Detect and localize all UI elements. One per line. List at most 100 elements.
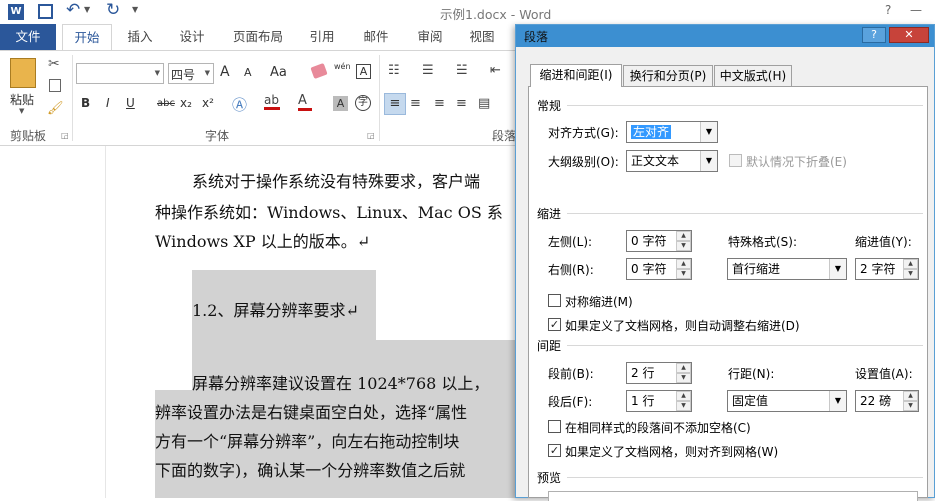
line-spacing-combo[interactable]: 固定值 ▼ [727, 390, 847, 412]
mirror-indent-checkbox[interactable] [548, 294, 561, 307]
line-spacing-label: 行距(N): [728, 367, 775, 381]
tab-file[interactable]: 文件 [0, 24, 56, 50]
tab-layout[interactable]: 页面布局 [226, 24, 290, 50]
doc-line: Windows XP 以上的版本。↵ [155, 232, 371, 251]
font-size-combo[interactable]: 四号 ▼ [168, 63, 214, 84]
indent-by-spinner[interactable]: 2 字符 ▲ ▼ [855, 258, 919, 280]
subscript-button[interactable]: x₂ [180, 96, 192, 110]
group-divider [379, 55, 380, 141]
align-left-icon[interactable]: ≡ [384, 93, 406, 115]
right-indent-label: 右侧(R): [548, 263, 594, 277]
dialog-help-button[interactable]: ? [862, 27, 886, 43]
clipboard-launcher-icon[interactable]: ◲ [61, 131, 69, 140]
no-space-same-style-checkbox[interactable] [548, 420, 561, 433]
space-before-spinner[interactable]: 2 行 ▲ ▼ [626, 362, 692, 384]
word-icon[interactable]: W [8, 4, 24, 20]
text-effects-icon[interactable]: Ⓐ [232, 94, 247, 115]
special-indent-combo[interactable]: 首行缩进 ▼ [727, 258, 847, 280]
decrease-indent-icon[interactable]: ⇤ [490, 63, 501, 78]
font-size-value: 四号 [171, 68, 196, 82]
highlight-icon[interactable]: ab [264, 93, 280, 110]
spacing-at-spinner[interactable]: 22 磅 ▲ ▼ [855, 390, 919, 412]
spin-down-icon[interactable]: ▼ [903, 269, 918, 279]
spin-down-icon[interactable]: ▼ [676, 241, 691, 251]
title-bar: W ↶ ▼ ↻ ▼ 示例1.docx - Word ? — [0, 0, 935, 24]
justify-icon[interactable]: ≡ [456, 96, 467, 111]
paste-dropdown-icon[interactable]: ▼ [19, 107, 24, 115]
font-color-icon[interactable]: A [298, 93, 312, 111]
italic-button[interactable]: I [106, 96, 110, 110]
bullets-icon[interactable]: ☷ [388, 63, 400, 78]
clear-format-icon[interactable] [310, 62, 328, 80]
spin-down-icon[interactable]: ▼ [676, 269, 691, 279]
chevron-down-icon: ▼ [829, 259, 846, 279]
spin-down-icon[interactable]: ▼ [676, 373, 691, 383]
tab-references[interactable]: 引用 [300, 24, 344, 50]
tab-view[interactable]: 视图 [460, 24, 504, 50]
distribute-icon[interactable]: ▤ [478, 96, 490, 111]
left-indent-spinner[interactable]: 0 字符 ▲ ▼ [626, 230, 692, 252]
dialog-close-button[interactable]: ✕ [889, 27, 929, 43]
paste-icon[interactable] [10, 58, 36, 88]
help-button[interactable]: ? [885, 3, 891, 17]
enclose-char-icon[interactable]: 字 [355, 95, 371, 111]
save-icon[interactable] [38, 4, 53, 19]
space-after-spinner[interactable]: 1 行 ▲ ▼ [626, 390, 692, 412]
right-indent-spinner[interactable]: 0 字符 ▲ ▼ [626, 258, 692, 280]
tab-indents-spacing[interactable]: 缩进和间距(I) [530, 64, 622, 87]
chevron-down-icon: ▼ [829, 391, 846, 411]
paragraph-group-label: 段落 [492, 129, 517, 143]
format-painter-icon[interactable]: 🖌 [47, 101, 64, 116]
doc-line: 方有一个“屏幕分辨率”，向左右拖动控制块 [155, 432, 460, 451]
change-case-button[interactable]: Aa [270, 65, 287, 80]
auto-adjust-checkbox[interactable]: ✓ [548, 318, 561, 331]
bold-button[interactable]: B [81, 96, 90, 110]
redo-icon[interactable]: ↻ [106, 0, 120, 20]
paste-label[interactable]: 粘贴 [10, 91, 34, 108]
dialog-title-bar[interactable]: 段落 ? ✕ [516, 25, 934, 47]
char-border-icon[interactable]: A [356, 64, 371, 79]
superscript-button[interactable]: x² [202, 96, 214, 110]
preview-box [548, 491, 918, 501]
section-divider [567, 345, 923, 346]
tab-line-page-breaks[interactable]: 换行和分页(P) [623, 65, 713, 87]
cut-icon[interactable]: ✂ [48, 56, 60, 72]
tab-review[interactable]: 审阅 [408, 24, 452, 50]
phonetic-guide-button[interactable]: wén [334, 62, 351, 71]
tab-insert[interactable]: 插入 [118, 24, 162, 50]
copy-icon[interactable] [49, 79, 61, 92]
outline-level-combo[interactable]: 正文文本 ▼ [626, 150, 718, 172]
special-indent-label: 特殊格式(S): [728, 235, 798, 249]
tab-mailings[interactable]: 邮件 [354, 24, 398, 50]
snap-to-grid-checkbox[interactable]: ✓ [548, 444, 561, 457]
section-divider [567, 105, 923, 106]
alignment-combo[interactable]: 左对齐 ▼ [626, 121, 718, 143]
outline-level-label: 大纲级别(O): [548, 155, 619, 169]
tab-design[interactable]: 设计 [170, 24, 214, 50]
customize-qat-icon[interactable]: ▼ [132, 5, 138, 14]
collapse-label: 默认情况下折叠(E) [746, 155, 847, 169]
shrink-font-button[interactable]: A [244, 66, 252, 79]
snap-to-grid-label: 如果定义了文档网格，则对齐到网格(W) [565, 445, 779, 459]
spin-down-icon[interactable]: ▼ [903, 401, 918, 411]
tab-home[interactable]: 开始 [62, 24, 112, 51]
undo-dropdown-icon[interactable]: ▼ [84, 5, 90, 14]
align-center-icon[interactable]: ≡ [410, 96, 421, 111]
document-area[interactable]: 系统对于操作系统没有特殊要求，客户端 种操作系统如：Windows、Linux、… [0, 146, 515, 498]
font-name-combo[interactable]: ▼ [76, 63, 164, 84]
align-right-icon[interactable]: ≡ [434, 96, 445, 111]
underline-button[interactable]: U [126, 96, 135, 110]
tab-asian-typography[interactable]: 中文版式(H) [714, 65, 792, 87]
minimize-button[interactable]: — [910, 3, 922, 17]
numbering-icon[interactable]: ☰ [422, 63, 434, 78]
font-launcher-icon[interactable]: ◲ [367, 131, 375, 140]
multilevel-list-icon[interactable]: ☱ [456, 63, 468, 78]
undo-icon[interactable]: ↶ [66, 0, 80, 20]
grow-font-button[interactable]: A [220, 64, 230, 80]
spin-down-icon[interactable]: ▼ [676, 401, 691, 411]
char-shading-icon[interactable]: A [333, 96, 348, 111]
auto-adjust-label: 如果定义了文档网格，则自动调整右缩进(D) [565, 319, 800, 333]
collapse-checkbox[interactable] [729, 154, 742, 167]
strikethrough-button[interactable]: abc [157, 98, 175, 109]
spacing-at-label: 设置值(A): [855, 367, 913, 381]
